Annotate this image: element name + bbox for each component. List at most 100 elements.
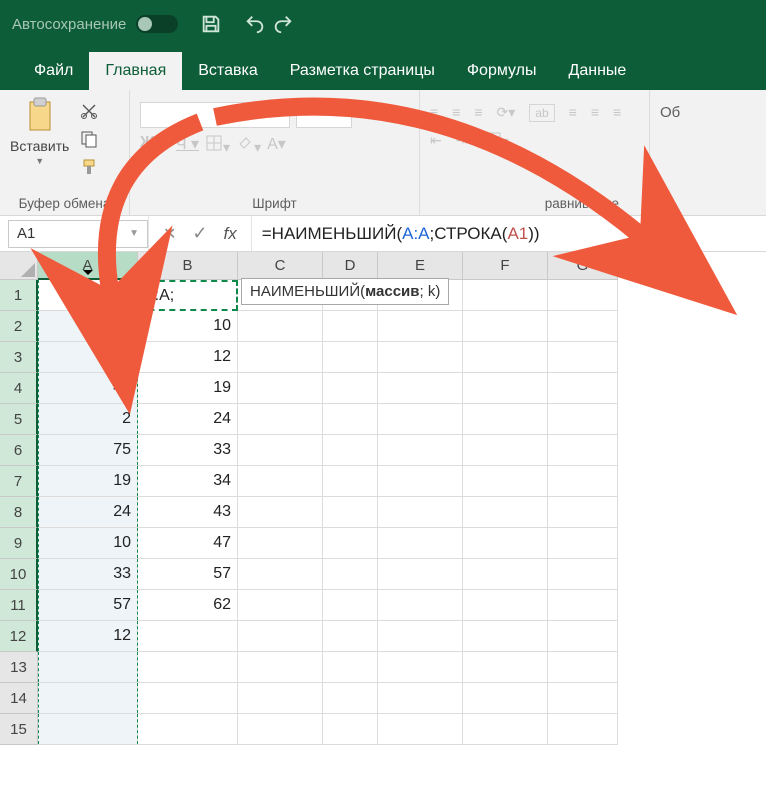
cell-A4[interactable]: 47: [38, 373, 138, 404]
row-header-3[interactable]: 3: [0, 342, 38, 373]
undo-icon[interactable]: [244, 13, 266, 35]
cell-C8[interactable]: [238, 497, 323, 528]
cell-C13[interactable]: [238, 652, 323, 683]
column-header-B[interactable]: B: [138, 252, 238, 280]
tab-data[interactable]: Данные: [553, 52, 643, 90]
align-left-icon[interactable]: ≡: [569, 104, 577, 120]
cell-B3[interactable]: 12: [138, 342, 238, 373]
row-header-1[interactable]: 1: [0, 280, 38, 311]
column-header-C[interactable]: C: [238, 252, 323, 280]
font-color-icon[interactable]: A▾: [267, 134, 286, 154]
cell-D13[interactable]: [323, 652, 378, 683]
cell-F6[interactable]: [463, 435, 548, 466]
cell-E9[interactable]: [378, 528, 463, 559]
toggle-off-icon[interactable]: [136, 15, 178, 33]
tab-file[interactable]: Файл: [18, 52, 89, 90]
cell-A5[interactable]: 2: [38, 404, 138, 435]
cell-D3[interactable]: [323, 342, 378, 373]
cell-E15[interactable]: [378, 714, 463, 745]
cell-F4[interactable]: [463, 373, 548, 404]
tab-formulas[interactable]: Формулы: [451, 52, 553, 90]
bold-icon[interactable]: Ж: [140, 134, 154, 152]
align-bottom-icon[interactable]: ≡: [474, 104, 482, 120]
cell-C9[interactable]: [238, 528, 323, 559]
cell-E14[interactable]: [378, 683, 463, 714]
cell-G12[interactable]: [548, 621, 618, 652]
cell-B4[interactable]: 19: [138, 373, 238, 404]
align-top-icon[interactable]: ≡: [430, 104, 438, 120]
cell-D11[interactable]: [323, 590, 378, 621]
tab-insert[interactable]: Вставка: [182, 52, 273, 90]
column-header-G[interactable]: G: [548, 252, 618, 280]
cell-F10[interactable]: [463, 559, 548, 590]
cell-A15[interactable]: [38, 714, 138, 745]
row-header-2[interactable]: 2: [0, 311, 38, 342]
row-header-10[interactable]: 10: [0, 559, 38, 590]
cell-D2[interactable]: [323, 311, 378, 342]
increase-font-icon[interactable]: A↑: [358, 102, 376, 119]
copy-button[interactable]: [77, 128, 101, 150]
save-icon[interactable]: [200, 13, 222, 35]
cell-A11[interactable]: 57: [38, 590, 138, 621]
tab-home[interactable]: Главная: [89, 52, 182, 90]
cell-C5[interactable]: [238, 404, 323, 435]
cell-E12[interactable]: [378, 621, 463, 652]
cell-B10[interactable]: 57: [138, 559, 238, 590]
increase-indent-icon[interactable]: ⇥: [456, 132, 468, 149]
cell-E4[interactable]: [378, 373, 463, 404]
italic-icon[interactable]: К: [160, 134, 169, 152]
cell-B11[interactable]: 62: [138, 590, 238, 621]
row-header-15[interactable]: 15: [0, 714, 38, 745]
cell-B1[interactable]: A:A;: [138, 280, 238, 311]
cell-B7[interactable]: 34: [138, 466, 238, 497]
cell-A13[interactable]: [38, 652, 138, 683]
underline-icon[interactable]: Ч ▾: [176, 134, 199, 154]
cell-A6[interactable]: 75: [38, 435, 138, 466]
cell-A7[interactable]: 19: [38, 466, 138, 497]
cell-D4[interactable]: [323, 373, 378, 404]
fill-color-icon[interactable]: ▾: [236, 134, 261, 156]
cell-B15[interactable]: [138, 714, 238, 745]
row-header-14[interactable]: 14: [0, 683, 38, 714]
cell-G3[interactable]: [548, 342, 618, 373]
cell-F9[interactable]: [463, 528, 548, 559]
cell-A3[interactable]: 62: [38, 342, 138, 373]
cell-E7[interactable]: [378, 466, 463, 497]
cell-F8[interactable]: [463, 497, 548, 528]
column-header-A[interactable]: A: [38, 252, 138, 280]
decrease-indent-icon[interactable]: ⇤: [430, 132, 442, 149]
row-header-12[interactable]: 12: [0, 621, 38, 652]
cell-F11[interactable]: [463, 590, 548, 621]
cell-D12[interactable]: [323, 621, 378, 652]
row-header-8[interactable]: 8: [0, 497, 38, 528]
cell-B12[interactable]: [138, 621, 238, 652]
cell-C2[interactable]: [238, 311, 323, 342]
cell-G15[interactable]: [548, 714, 618, 745]
cell-B9[interactable]: 47: [138, 528, 238, 559]
cell-E13[interactable]: [378, 652, 463, 683]
cell-C11[interactable]: [238, 590, 323, 621]
cell-E8[interactable]: [378, 497, 463, 528]
cell-D5[interactable]: [323, 404, 378, 435]
cell-F14[interactable]: [463, 683, 548, 714]
cell-C6[interactable]: [238, 435, 323, 466]
row-header-7[interactable]: 7: [0, 466, 38, 497]
cell-C14[interactable]: [238, 683, 323, 714]
cell-B13[interactable]: [138, 652, 238, 683]
cell-D10[interactable]: [323, 559, 378, 590]
cell-E5[interactable]: [378, 404, 463, 435]
cell-A14[interactable]: [38, 683, 138, 714]
cancel-icon[interactable]: ✕: [163, 224, 176, 244]
cell-G10[interactable]: [548, 559, 618, 590]
wrap-text-button[interactable]: ab: [529, 104, 554, 122]
merge-cells-icon[interactable]: ▾: [481, 132, 508, 150]
cut-button[interactable]: [77, 100, 101, 122]
cell-C4[interactable]: [238, 373, 323, 404]
cell-F7[interactable]: [463, 466, 548, 497]
cell-B8[interactable]: 43: [138, 497, 238, 528]
cell-A9[interactable]: 10: [38, 528, 138, 559]
cell-F5[interactable]: [463, 404, 548, 435]
row-header-9[interactable]: 9: [0, 528, 38, 559]
cell-A8[interactable]: 24: [38, 497, 138, 528]
align-right-icon[interactable]: ≡: [613, 104, 621, 120]
